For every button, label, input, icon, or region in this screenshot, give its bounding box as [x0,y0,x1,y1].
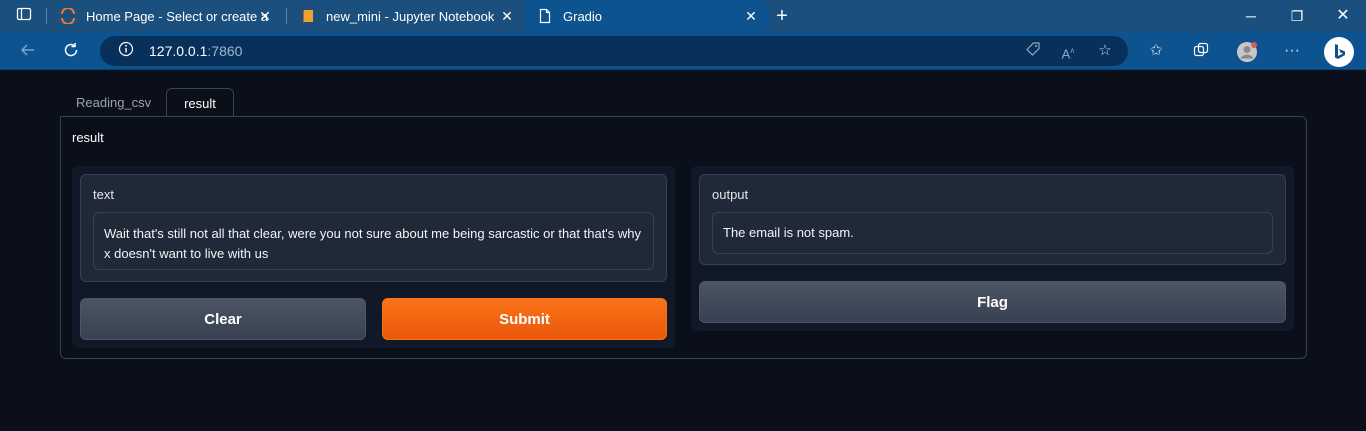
close-icon[interactable]: ✕ [743,8,759,24]
read-aloud-icon[interactable]: Aʌ [1058,41,1078,61]
url-text: 127.0.0.1:7860 [149,43,242,59]
page-icon [537,8,553,24]
info-icon[interactable] [116,41,136,61]
browser-tabstrip: Home Page - Select or create a n ✕ new_m… [0,0,1366,32]
tab-label: Home Page - Select or create a n [86,8,268,24]
browser-tab-gradio[interactable]: Gradio ✕ [525,0,769,32]
new-tab-icon[interactable]: + [772,6,792,26]
output-label: output [712,187,749,202]
add-favorite-icon[interactable]: ☆ [1095,41,1115,61]
bing-icon[interactable] [1324,37,1354,67]
close-window-icon[interactable]: ✕ [1320,0,1366,32]
text-input-label: text [93,187,114,202]
url-port: :7860 [207,43,243,59]
restore-icon[interactable]: ❐ [1274,0,1320,32]
browser-tab-home[interactable]: Home Page - Select or create a n ✕ [48,0,283,32]
panel-title: result [72,130,104,145]
back-icon[interactable] [18,41,38,61]
collections-icon[interactable] [1191,41,1211,61]
minimize-icon[interactable]: ─ [1228,0,1274,32]
tab-label: Gradio [563,8,603,24]
refresh-icon[interactable] [61,41,81,61]
tab-actions-icon[interactable] [14,6,34,26]
tab-result[interactable]: result [166,88,234,117]
browser-tab-notebook[interactable]: new_mini - Jupyter Notebook ✕ [288,0,525,32]
clear-button[interactable]: Clear [80,298,366,340]
tab-reading-csv[interactable]: Reading_csv [66,88,161,117]
avatar[interactable] [1236,41,1257,62]
favorites-icon[interactable]: ✩ [1146,41,1166,61]
tab-label: new_mini - Jupyter Notebook [326,8,495,24]
address-bar[interactable]: 127.0.0.1:7860 Aʌ ☆ [100,36,1128,66]
close-icon[interactable]: ✕ [257,8,273,24]
jupyter-icon [60,7,76,25]
more-icon[interactable]: ··· [1282,41,1302,61]
tab-separator [286,8,287,24]
text-input[interactable]: Wait that's still not all that clear, we… [93,212,654,270]
tag-icon[interactable] [1023,41,1043,61]
close-icon[interactable]: ✕ [499,8,515,24]
submit-button[interactable]: Submit [382,298,667,340]
notebook-icon [300,8,316,24]
flag-button[interactable]: Flag [699,281,1286,323]
url-host: 127.0.0.1 [149,43,208,59]
output-textbox[interactable]: The email is not spam. [712,212,1273,254]
tab-separator [46,8,47,24]
